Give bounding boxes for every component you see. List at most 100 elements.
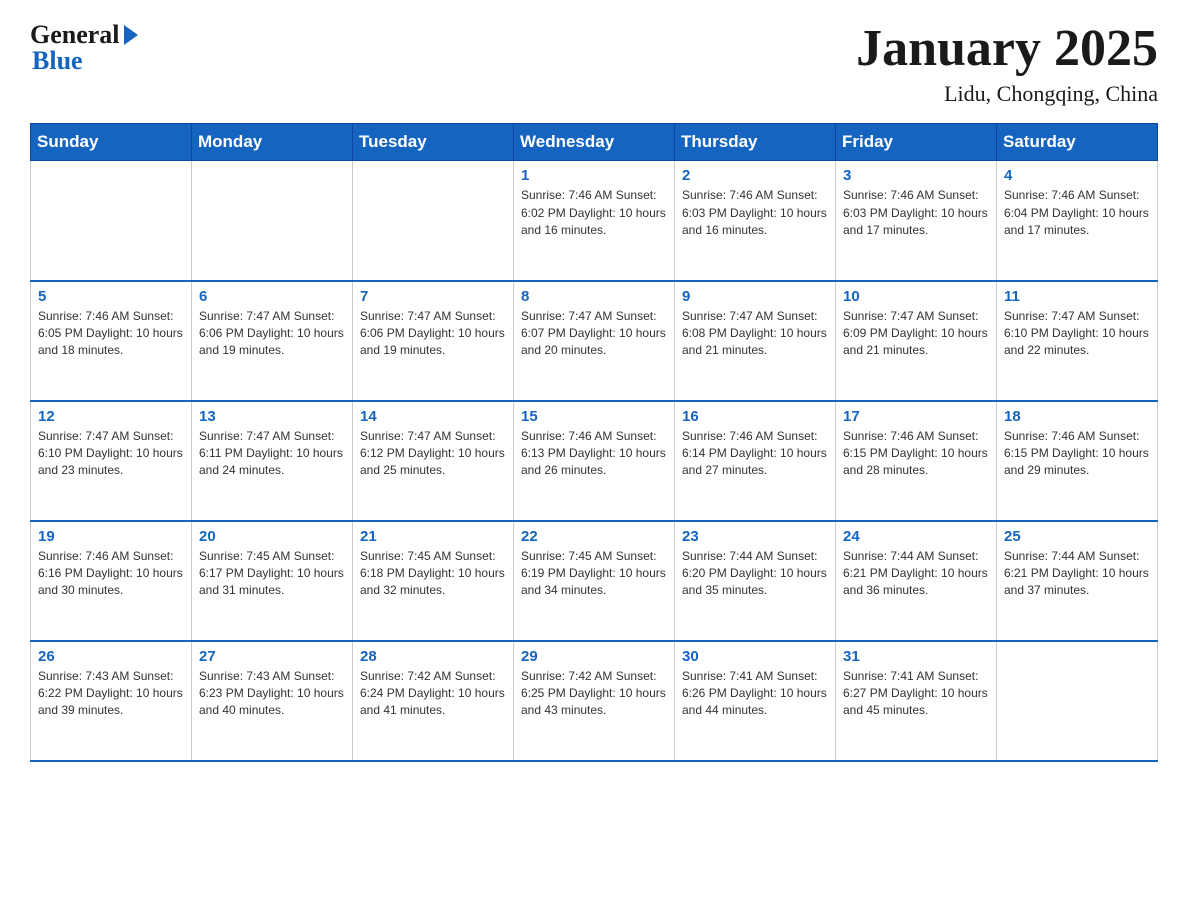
calendar-cell: 12 Sunrise: 7:47 AM Sunset: 6:10 PM Dayli…: [31, 401, 192, 521]
day-info: Sunrise: 7:47 AM Sunset: 6:10 PM Dayligh…: [1004, 308, 1150, 360]
day-info: Sunrise: 7:42 AM Sunset: 6:25 PM Dayligh…: [521, 668, 667, 720]
day-number: 19: [38, 528, 184, 545]
calendar-cell: 1 Sunrise: 7:46 AM Sunset: 6:02 PM Daylig…: [514, 161, 675, 281]
calendar-cell: 6Sunrise: 7:47 AM Sunset: 6:06 PM Daylig…: [192, 281, 353, 401]
day-info: Sunrise: 7:46 AM Sunset: 6:03 PM Dayligh…: [843, 187, 989, 239]
logo-blue-text: Blue: [30, 46, 83, 76]
calendar-table: SundayMondayTuesdayWednesdayThursdayFrid…: [30, 123, 1158, 762]
day-number: 26: [38, 648, 184, 665]
day-info: Sunrise: 7:41 AM Sunset: 6:26 PM Dayligh…: [682, 668, 828, 720]
day-number: 11: [1004, 288, 1150, 305]
title-block: January 2025 Lidu, Chongqing, China: [856, 20, 1158, 107]
day-info: Sunrise: 7:47 AM Sunset: 6:11 PM Dayligh…: [199, 428, 345, 480]
logo-arrow-icon: [124, 25, 138, 45]
day-number: 2: [682, 167, 828, 184]
calendar-week-4: 19Sunrise: 7:46 AM Sunset: 6:16 PM Dayli…: [31, 521, 1158, 641]
day-number: 10: [843, 288, 989, 305]
calendar-cell: 17 Sunrise: 7:46 AM Sunset: 6:15 PM Dayli…: [836, 401, 997, 521]
day-info: Sunrise: 7:47 AM Sunset: 6:10 PM Dayligh…: [38, 428, 184, 480]
day-info: Sunrise: 7:47 AM Sunset: 6:12 PM Dayligh…: [360, 428, 506, 480]
day-number: 27: [199, 648, 345, 665]
calendar-cell: 31Sunrise: 7:41 AM Sunset: 6:27 PM Dayli…: [836, 641, 997, 761]
day-info: Sunrise: 7:47 AM Sunset: 6:07 PM Dayligh…: [521, 308, 667, 360]
calendar-cell: 15 Sunrise: 7:46 AM Sunset: 6:13 PM Dayli…: [514, 401, 675, 521]
day-number: 25: [1004, 528, 1150, 545]
day-info: Sunrise: 7:46 AM Sunset: 6:13 PM Dayligh…: [521, 428, 667, 480]
day-info: Sunrise: 7:45 AM Sunset: 6:19 PM Dayligh…: [521, 548, 667, 600]
day-info: Sunrise: 7:47 AM Sunset: 6:08 PM Dayligh…: [682, 308, 828, 360]
day-info: Sunrise: 7:46 AM Sunset: 6:03 PM Dayligh…: [682, 187, 828, 239]
day-info: Sunrise: 7:46 AM Sunset: 6:02 PM Dayligh…: [521, 187, 667, 239]
day-number: 15: [521, 408, 667, 425]
header-day-friday: Friday: [836, 124, 997, 161]
calendar-header-row: SundayMondayTuesdayWednesdayThursdayFrid…: [31, 124, 1158, 161]
day-number: 22: [521, 528, 667, 545]
day-number: 28: [360, 648, 506, 665]
calendar-cell: 28 Sunrise: 7:42 AM Sunset: 6:24 PM Dayli…: [353, 641, 514, 761]
header-day-monday: Monday: [192, 124, 353, 161]
calendar-cell: 22 Sunrise: 7:45 AM Sunset: 6:19 PM Dayli…: [514, 521, 675, 641]
calendar-week-1: 1 Sunrise: 7:46 AM Sunset: 6:02 PM Daylig…: [31, 161, 1158, 281]
calendar-cell: 20Sunrise: 7:45 AM Sunset: 6:17 PM Dayli…: [192, 521, 353, 641]
day-number: 5: [38, 288, 184, 305]
day-number: 3: [843, 167, 989, 184]
day-number: 4: [1004, 167, 1150, 184]
header-day-tuesday: Tuesday: [353, 124, 514, 161]
header-day-wednesday: Wednesday: [514, 124, 675, 161]
day-number: 16: [682, 408, 828, 425]
day-info: Sunrise: 7:44 AM Sunset: 6:20 PM Dayligh…: [682, 548, 828, 600]
day-number: 7: [360, 288, 506, 305]
calendar-cell: 23 Sunrise: 7:44 AM Sunset: 6:20 PM Dayli…: [675, 521, 836, 641]
day-number: 8: [521, 288, 667, 305]
calendar-cell: 14 Sunrise: 7:47 AM Sunset: 6:12 PM Dayli…: [353, 401, 514, 521]
day-info: Sunrise: 7:43 AM Sunset: 6:22 PM Dayligh…: [38, 668, 184, 720]
calendar-cell: 11 Sunrise: 7:47 AM Sunset: 6:10 PM Dayli…: [997, 281, 1158, 401]
calendar-cell: [997, 641, 1158, 761]
day-info: Sunrise: 7:47 AM Sunset: 6:09 PM Dayligh…: [843, 308, 989, 360]
day-number: 21: [360, 528, 506, 545]
day-info: Sunrise: 7:46 AM Sunset: 6:15 PM Dayligh…: [1004, 428, 1150, 480]
calendar-week-5: 26 Sunrise: 7:43 AM Sunset: 6:22 PM Dayli…: [31, 641, 1158, 761]
calendar-cell: 16 Sunrise: 7:46 AM Sunset: 6:14 PM Dayli…: [675, 401, 836, 521]
day-info: Sunrise: 7:47 AM Sunset: 6:06 PM Dayligh…: [360, 308, 506, 360]
day-number: 29: [521, 648, 667, 665]
day-number: 14: [360, 408, 506, 425]
day-number: 24: [843, 528, 989, 545]
calendar-cell: 18 Sunrise: 7:46 AM Sunset: 6:15 PM Dayli…: [997, 401, 1158, 521]
calendar-cell: 2 Sunrise: 7:46 AM Sunset: 6:03 PM Daylig…: [675, 161, 836, 281]
day-info: Sunrise: 7:45 AM Sunset: 6:17 PM Dayligh…: [199, 548, 345, 600]
month-title: January 2025: [856, 20, 1158, 77]
calendar-cell: [353, 161, 514, 281]
calendar-cell: 19Sunrise: 7:46 AM Sunset: 6:16 PM Dayli…: [31, 521, 192, 641]
day-number: 12: [38, 408, 184, 425]
header-day-saturday: Saturday: [997, 124, 1158, 161]
day-info: Sunrise: 7:43 AM Sunset: 6:23 PM Dayligh…: [199, 668, 345, 720]
day-info: Sunrise: 7:46 AM Sunset: 6:14 PM Dayligh…: [682, 428, 828, 480]
header-day-thursday: Thursday: [675, 124, 836, 161]
day-info: Sunrise: 7:46 AM Sunset: 6:04 PM Dayligh…: [1004, 187, 1150, 239]
day-number: 1: [521, 167, 667, 184]
day-number: 6: [199, 288, 345, 305]
calendar-cell: [192, 161, 353, 281]
day-info: Sunrise: 7:46 AM Sunset: 6:15 PM Dayligh…: [843, 428, 989, 480]
calendar-week-3: 12 Sunrise: 7:47 AM Sunset: 6:10 PM Dayli…: [31, 401, 1158, 521]
day-number: 31: [843, 648, 989, 665]
day-info: Sunrise: 7:46 AM Sunset: 6:05 PM Dayligh…: [38, 308, 184, 360]
header-day-sunday: Sunday: [31, 124, 192, 161]
day-info: Sunrise: 7:44 AM Sunset: 6:21 PM Dayligh…: [843, 548, 989, 600]
day-number: 18: [1004, 408, 1150, 425]
day-number: 9: [682, 288, 828, 305]
calendar-cell: 21 Sunrise: 7:45 AM Sunset: 6:18 PM Dayli…: [353, 521, 514, 641]
day-info: Sunrise: 7:42 AM Sunset: 6:24 PM Dayligh…: [360, 668, 506, 720]
calendar-cell: 9 Sunrise: 7:47 AM Sunset: 6:08 PM Daylig…: [675, 281, 836, 401]
day-number: 23: [682, 528, 828, 545]
day-number: 17: [843, 408, 989, 425]
page-header: General Blue January 2025 Lidu, Chongqin…: [30, 20, 1158, 107]
day-info: Sunrise: 7:45 AM Sunset: 6:18 PM Dayligh…: [360, 548, 506, 600]
calendar-cell: 4 Sunrise: 7:46 AM Sunset: 6:04 PM Daylig…: [997, 161, 1158, 281]
calendar-week-2: 5 Sunrise: 7:46 AM Sunset: 6:05 PM Daylig…: [31, 281, 1158, 401]
calendar-cell: 7 Sunrise: 7:47 AM Sunset: 6:06 PM Daylig…: [353, 281, 514, 401]
calendar-cell: 29 Sunrise: 7:42 AM Sunset: 6:25 PM Dayli…: [514, 641, 675, 761]
calendar-cell: 24 Sunrise: 7:44 AM Sunset: 6:21 PM Dayli…: [836, 521, 997, 641]
calendar-cell: 3 Sunrise: 7:46 AM Sunset: 6:03 PM Daylig…: [836, 161, 997, 281]
